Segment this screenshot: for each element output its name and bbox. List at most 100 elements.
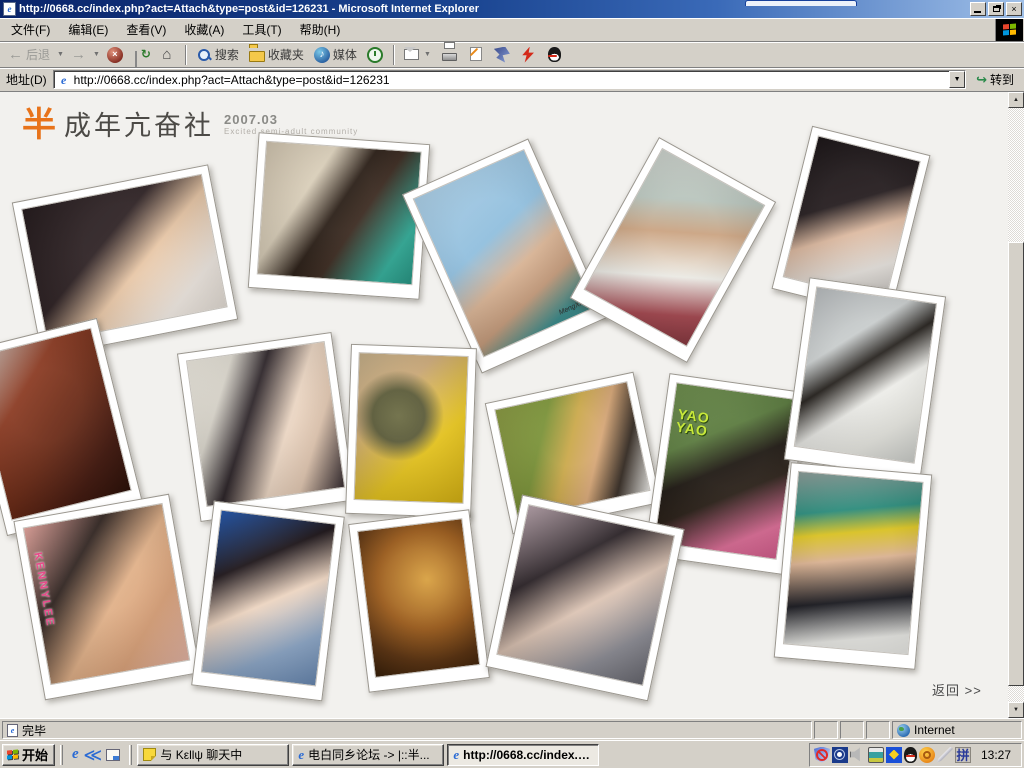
- photo-mossy-ball: [345, 344, 477, 518]
- menu-bar: 文件(F) 编辑(E) 查看(V) 收藏(A) 工具(T) 帮助(H): [0, 18, 1024, 42]
- messenger-tray-icon[interactable]: [886, 747, 902, 763]
- qq-tray-icon[interactable]: [904, 747, 917, 763]
- favorites-icon: [249, 51, 265, 62]
- restore-button[interactable]: [988, 2, 1004, 16]
- go-button[interactable]: ↪ 转到: [972, 70, 1021, 89]
- photo-sepia-glasses: [348, 509, 490, 693]
- history-button[interactable]: [363, 45, 387, 65]
- scroll-up-button[interactable]: ▲: [1008, 92, 1024, 108]
- minimize-button[interactable]: [970, 2, 986, 16]
- back-link[interactable]: 返回 >>: [932, 680, 982, 699]
- ie-favicon: e: [57, 73, 71, 87]
- qq-toolbar-button[interactable]: [542, 45, 566, 65]
- quick-launch: e ≪: [68, 746, 124, 764]
- flashget-button[interactable]: [490, 45, 514, 65]
- antivirus-shield-icon[interactable]: [814, 747, 830, 763]
- zone-text: Internet: [914, 723, 955, 737]
- mail-dropdown[interactable]: ▼: [423, 51, 432, 58]
- menu-file[interactable]: 文件(F): [2, 18, 59, 41]
- photo-denim-girl: [191, 501, 345, 702]
- photo-girl-pale-face: [177, 332, 355, 522]
- status-text: 完毕: [22, 722, 46, 739]
- task-current-window[interactable]: e http://0668.cc/index.php...: [447, 744, 599, 766]
- logo-date: 2007.03: [224, 112, 358, 127]
- internet-zone-icon: [897, 724, 910, 737]
- back-label: 后退: [26, 46, 50, 63]
- status-pane-3: [866, 721, 890, 739]
- photo-teal-shirt-wings: [248, 132, 430, 300]
- status-bar: e 完毕 Internet: [0, 718, 1024, 740]
- print-button[interactable]: [438, 45, 462, 65]
- scroll-down-button[interactable]: ▼: [1008, 702, 1024, 718]
- media-agent-icon[interactable]: [919, 747, 935, 763]
- photo-hand-on-forehead: [486, 495, 685, 702]
- favorites-button[interactable]: 收藏夹: [245, 44, 308, 65]
- menu-favorites[interactable]: 收藏(A): [175, 18, 233, 41]
- menu-view[interactable]: 查看(V): [117, 18, 175, 41]
- task-forum-window[interactable]: e 电白同乡论坛 -> |::半...: [292, 744, 444, 766]
- close-button[interactable]: ×: [1006, 2, 1022, 16]
- photo-yaoyao-pink-label: YAO YAO: [675, 408, 720, 440]
- address-label: 地址(D): [3, 71, 53, 88]
- page-content: 半 成年亢奋社 2007.03 Excited semi-adult commu…: [0, 92, 1008, 718]
- quick-launch-ie-icon[interactable]: e: [72, 746, 79, 763]
- refresh-page-icon: [135, 51, 137, 67]
- start-windows-flag-icon: [7, 749, 18, 759]
- scrollbar-thumb[interactable]: [1008, 242, 1024, 686]
- search-button[interactable]: 搜索: [192, 44, 243, 65]
- stop-button[interactable]: ×: [103, 45, 127, 65]
- address-input[interactable]: e http://0668.cc/index.php?act=Attach&ty…: [53, 70, 966, 89]
- photo-earphones-sky: MengXin: [402, 138, 608, 373]
- windows-flag-icon: [1003, 24, 1016, 36]
- ie-page-icon: e: [3, 2, 16, 16]
- search-icon: [196, 47, 212, 63]
- photo-headband-store: [774, 462, 933, 670]
- media-button[interactable]: ♪ 媒体: [310, 44, 361, 65]
- red-lightning-icon: [520, 47, 536, 63]
- status-pane-1: [814, 721, 838, 739]
- photo-girl-finger-eye: [12, 164, 238, 357]
- back-button[interactable]: ← 后退: [4, 44, 54, 65]
- standard-toolbar: ← 后退 ▼ → ▼ × ⌂ 搜索 收藏夹 ♪ 媒体: [0, 42, 1024, 68]
- start-button[interactable]: 开始: [2, 744, 55, 766]
- menu-tools[interactable]: 工具(T): [233, 18, 290, 41]
- network-signal-icon[interactable]: [832, 747, 848, 763]
- menu-help[interactable]: 帮助(H): [291, 18, 350, 41]
- go-label: 转到: [990, 71, 1014, 88]
- back-dropdown[interactable]: ▼: [56, 51, 65, 58]
- browser-window: e http://0668.cc/index.php?act=Attach&ty…: [0, 0, 1024, 740]
- address-dropdown[interactable]: ▼: [949, 71, 965, 88]
- printer-tray-icon[interactable]: [868, 747, 884, 763]
- menu-edit[interactable]: 编辑(E): [59, 18, 117, 41]
- logo-name: 成年亢奋社: [64, 108, 214, 144]
- title-bar[interactable]: e http://0668.cc/index.php?act=Attach&ty…: [0, 0, 1024, 18]
- refresh-icon: [139, 47, 155, 63]
- taskbar: 开始 e ≪ 与 Kεllψ 聊天中 e 电白同乡论坛 -> |::半... e…: [0, 740, 1024, 768]
- chat-note-icon: [143, 748, 156, 761]
- restore-icon: [993, 6, 1000, 12]
- home-icon: ⌂: [159, 47, 175, 63]
- go-arrow-icon: ↪: [976, 72, 987, 88]
- forward-dropdown[interactable]: ▼: [92, 51, 101, 58]
- pinyin-input-icon[interactable]: 拼: [955, 747, 971, 763]
- quick-launch-arrow-icon[interactable]: ≪: [83, 746, 102, 764]
- print-icon: [442, 53, 457, 61]
- download-flash-button[interactable]: [516, 45, 540, 65]
- refresh-button[interactable]: [129, 45, 153, 65]
- status-page-icon: e: [7, 724, 18, 737]
- forward-button[interactable]: →: [67, 46, 90, 64]
- address-url[interactable]: http://0668.cc/index.php?act=Attach&type…: [74, 73, 949, 87]
- vertical-scrollbar[interactable]: ▲ ▼: [1008, 92, 1024, 718]
- task-messenger-chat[interactable]: 与 Kεllψ 聊天中: [137, 744, 289, 766]
- show-desktop-icon[interactable]: [106, 749, 120, 761]
- qq-penguin-icon: [548, 47, 561, 62]
- ie-task-icon: e: [453, 747, 459, 763]
- edit-button[interactable]: [464, 45, 488, 65]
- minimize-icon: [974, 11, 981, 13]
- mail-button[interactable]: ▼: [400, 45, 436, 65]
- pen-input-icon[interactable]: [937, 747, 953, 763]
- volume-icon[interactable]: [850, 747, 866, 763]
- photo-kennylee-label: KENNYLEE: [31, 551, 56, 628]
- home-button[interactable]: ⌂: [155, 45, 179, 65]
- photo-kennylee: KENNYLEE: [13, 494, 200, 701]
